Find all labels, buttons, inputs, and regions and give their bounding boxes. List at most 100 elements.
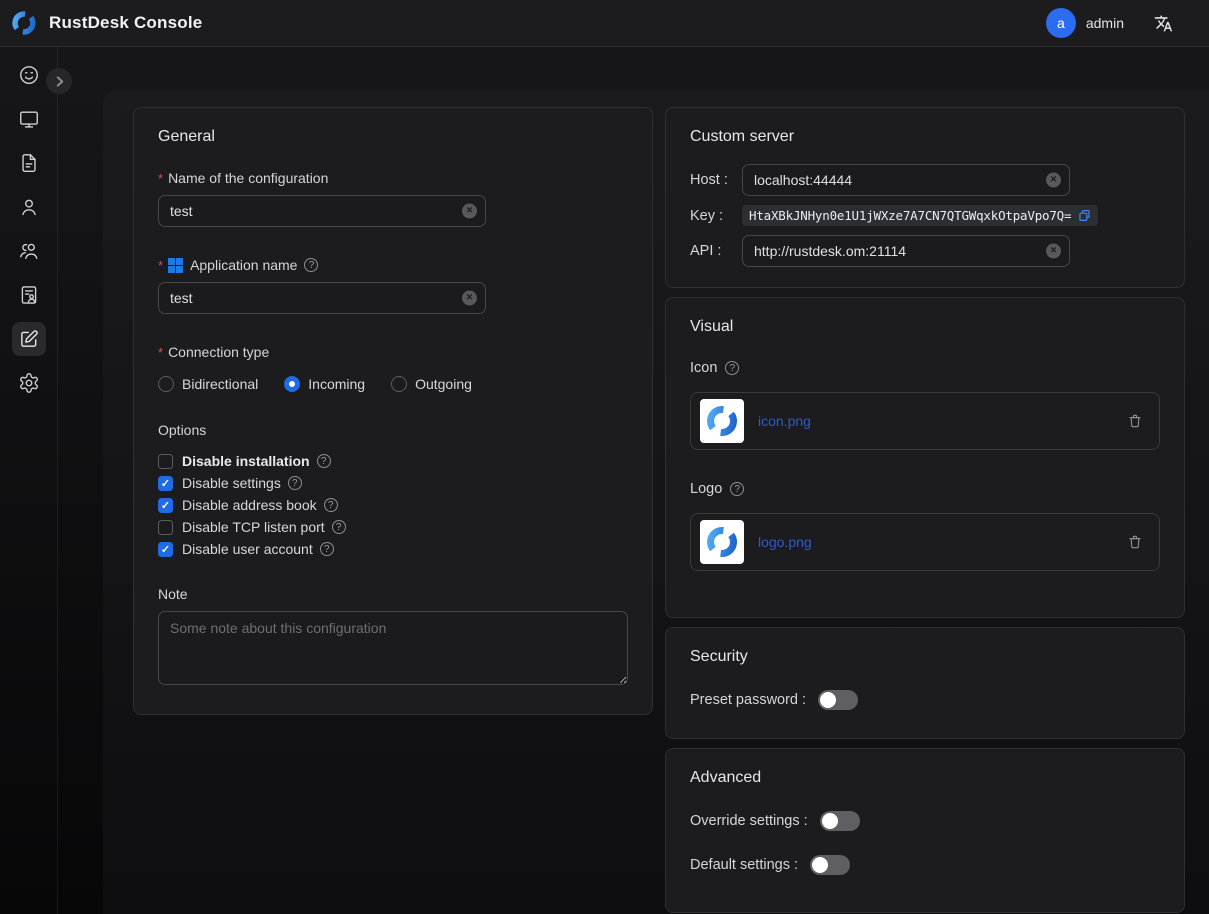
- app-name-input[interactable]: [158, 282, 486, 314]
- security-title: Security: [690, 648, 1160, 666]
- gear-icon: [18, 372, 40, 394]
- custom-server-panel: Custom server Host : Key : HtaXBkJNHyn0e…: [665, 107, 1185, 288]
- translate-icon[interactable]: [1154, 14, 1173, 33]
- logo-upload-card: logo.png: [690, 513, 1160, 571]
- required-asterisk: *: [158, 345, 163, 360]
- copy-icon[interactable]: [1078, 209, 1091, 222]
- trash-icon[interactable]: [1127, 534, 1143, 550]
- required-asterisk: *: [158, 171, 163, 186]
- user-icon: [18, 196, 40, 218]
- radio-incoming[interactable]: Incoming: [284, 376, 365, 392]
- key-value: HtaXBkJNHyn0e1U1jWXze7A7CN7QTGWqxkOtpaVp…: [749, 208, 1071, 223]
- sidebar-item-users[interactable]: [12, 234, 46, 268]
- monitor-icon: [18, 108, 40, 130]
- options-label: Options: [158, 422, 206, 438]
- default-settings-toggle[interactable]: [810, 855, 850, 875]
- help-icon[interactable]: [730, 482, 744, 496]
- config-name-input[interactable]: [158, 195, 486, 227]
- help-icon[interactable]: [332, 520, 346, 534]
- clear-icon[interactable]: [462, 204, 477, 219]
- preset-password-label: Preset password :: [690, 692, 806, 708]
- sidebar-item-user[interactable]: [12, 190, 46, 224]
- preset-password-toggle[interactable]: [818, 690, 858, 710]
- api-label: API :: [690, 243, 742, 259]
- option-disable-tcp-listen-port: Disable TCP listen port: [158, 516, 628, 538]
- icon-preview-image: [700, 399, 744, 443]
- brand: RustDesk Console: [10, 9, 202, 37]
- general-title: General: [158, 128, 628, 146]
- clear-icon[interactable]: [462, 291, 477, 306]
- user-name[interactable]: admin: [1086, 15, 1124, 31]
- key-label: Key :: [690, 208, 742, 224]
- main-content: General * Name of the configuration *: [103, 90, 1209, 914]
- clear-icon[interactable]: [1046, 244, 1061, 259]
- icon-upload-card: icon.png: [690, 392, 1160, 450]
- topbar: RustDesk Console a admin: [0, 0, 1209, 47]
- host-label: Host :: [690, 172, 742, 188]
- smiley-icon: [18, 64, 40, 86]
- advanced-title: Advanced: [690, 769, 1160, 787]
- radio-icon: [158, 376, 174, 392]
- logo-label: Logo: [690, 481, 722, 497]
- sidebar-item-file[interactable]: [12, 146, 46, 180]
- radio-icon: [284, 376, 300, 392]
- override-settings-label: Override settings :: [690, 813, 808, 829]
- option-disable-user-account: Disable user account: [158, 538, 628, 560]
- sidebar-item-file-user[interactable]: [12, 278, 46, 312]
- help-icon[interactable]: [304, 258, 318, 272]
- app-title: RustDesk Console: [49, 13, 202, 33]
- default-settings-label: Default settings :: [690, 857, 798, 873]
- file-icon: [18, 152, 40, 174]
- sidebar-item-monitor[interactable]: [12, 102, 46, 136]
- logo-preview-image: [700, 520, 744, 564]
- checkbox-icon[interactable]: [158, 498, 173, 513]
- checkbox-icon[interactable]: [158, 542, 173, 557]
- radio-outgoing[interactable]: Outgoing: [391, 376, 472, 392]
- radio-bidirectional[interactable]: Bidirectional: [158, 376, 258, 392]
- sidebar-item-settings[interactable]: [12, 366, 46, 400]
- option-disable-address-book: Disable address book: [158, 494, 628, 516]
- security-panel: Security Preset password :: [665, 627, 1185, 739]
- key-value-chip: HtaXBkJNHyn0e1U1jWXze7A7CN7QTGWqxkOtpaVp…: [742, 205, 1098, 226]
- connection-type-group: Bidirectional Incoming Outgoing: [158, 376, 628, 392]
- logo-file-link[interactable]: logo.png: [758, 534, 812, 550]
- option-disable-installation: Disable installation: [158, 450, 628, 472]
- advanced-panel: Advanced Override settings : Default set…: [665, 748, 1185, 913]
- checkbox-icon[interactable]: [158, 520, 173, 535]
- help-icon[interactable]: [725, 361, 739, 375]
- file-user-icon: [18, 284, 40, 306]
- windows-logo-icon: [168, 258, 183, 273]
- custom-server-title: Custom server: [690, 128, 1160, 146]
- help-icon[interactable]: [320, 542, 334, 556]
- icon-file-link[interactable]: icon.png: [758, 413, 811, 429]
- note-textarea[interactable]: [158, 611, 628, 685]
- sidebar-collapse-button[interactable]: [46, 68, 72, 94]
- clear-icon[interactable]: [1046, 173, 1061, 188]
- checkbox-icon[interactable]: [158, 454, 173, 469]
- edit-icon: [18, 328, 40, 350]
- config-name-label: Name of the configuration: [168, 170, 328, 186]
- override-settings-toggle[interactable]: [820, 811, 860, 831]
- sidebar: [0, 47, 58, 914]
- help-icon[interactable]: [324, 498, 338, 512]
- users-icon: [18, 240, 40, 262]
- host-input[interactable]: [742, 164, 1070, 196]
- trash-icon[interactable]: [1127, 413, 1143, 429]
- visual-title: Visual: [690, 318, 1160, 336]
- checkbox-icon[interactable]: [158, 476, 173, 491]
- visual-panel: Visual Icon icon.png Logo: [665, 297, 1185, 618]
- sidebar-item-edit[interactable]: [12, 322, 46, 356]
- radio-icon: [391, 376, 407, 392]
- required-asterisk: *: [158, 258, 163, 273]
- api-input[interactable]: [742, 235, 1070, 267]
- note-label: Note: [158, 586, 188, 602]
- app-name-label: Application name: [190, 257, 297, 273]
- option-disable-settings: Disable settings: [158, 472, 628, 494]
- user-avatar[interactable]: a: [1046, 8, 1076, 38]
- help-icon[interactable]: [288, 476, 302, 490]
- rustdesk-logo-icon: [10, 9, 38, 37]
- sidebar-item-smiley[interactable]: [12, 58, 46, 92]
- general-panel: General * Name of the configuration *: [133, 107, 653, 715]
- icon-label: Icon: [690, 360, 717, 376]
- help-icon[interactable]: [317, 454, 331, 468]
